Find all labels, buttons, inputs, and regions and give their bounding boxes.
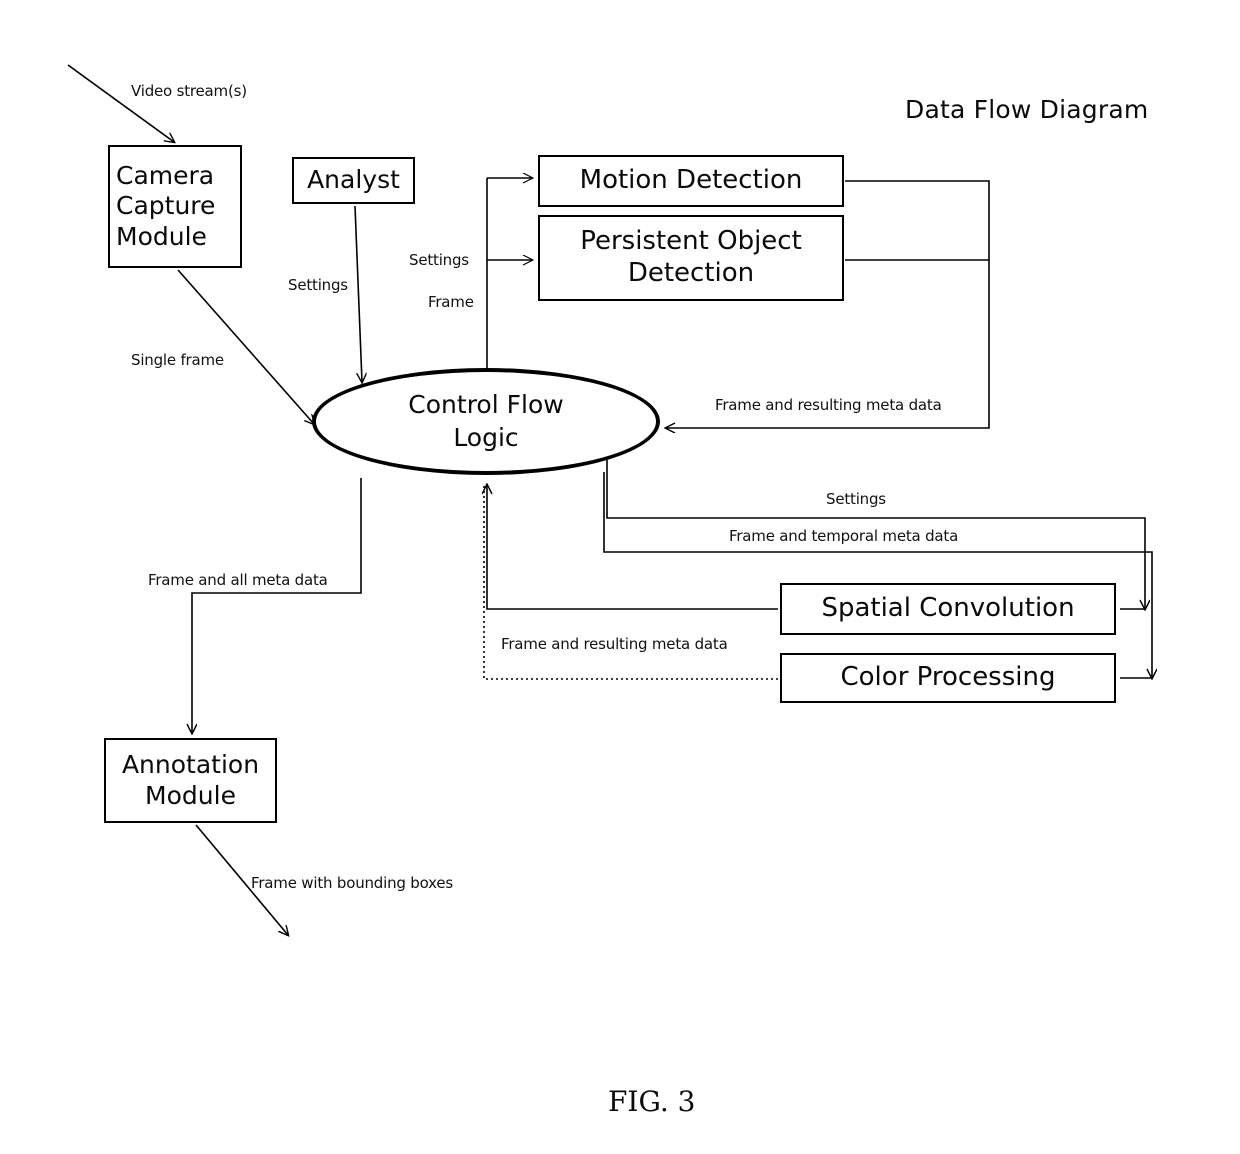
edge-label-frame-bounding-boxes: Frame with bounding boxes: [251, 874, 453, 892]
node-camera-capture-line-2: Capture: [116, 191, 216, 221]
edge-label-video-streams: Video stream(s): [131, 82, 247, 100]
diagram-canvas: Data Flow Diagram Camera Capture Module …: [0, 0, 1240, 1154]
node-control-flow-logic-line-2: Logic: [453, 422, 519, 452]
node-motion-detection-label: Motion Detection: [579, 165, 803, 196]
edge-label-frame-detection: Frame: [428, 293, 474, 311]
node-color-processing-label: Color Processing: [840, 662, 1056, 693]
node-camera-capture-module[interactable]: Camera Capture Module: [108, 145, 242, 268]
figure-caption: FIG. 3: [608, 1085, 696, 1118]
edge-label-settings-detection: Settings: [409, 251, 469, 269]
edge-label-frame-temporal-meta: Frame and temporal meta data: [729, 527, 959, 545]
edge-label-frame-resulting-meta-top: Frame and resulting meta data: [715, 396, 942, 414]
node-color-processing[interactable]: Color Processing: [780, 653, 1116, 703]
edge-label-settings-right: Settings: [826, 490, 886, 508]
node-persistent-object-detection[interactable]: Persistent Object Detection: [538, 215, 844, 301]
node-persistent-object-line-1: Persistent Object: [580, 226, 802, 257]
node-motion-detection[interactable]: Motion Detection: [538, 155, 844, 207]
diagram-title: Data Flow Diagram: [905, 95, 1149, 124]
edge-video-streams: [67, 64, 174, 142]
edge-label-single-frame: Single frame: [131, 351, 224, 369]
node-camera-capture-line-1: Camera: [116, 160, 215, 190]
edge-frame-all-meta: [192, 478, 362, 733]
node-spatial-convolution[interactable]: Spatial Convolution: [780, 583, 1116, 635]
edge-settings-analyst: [354, 205, 362, 382]
node-control-flow-logic-line-1: Control Flow: [408, 390, 564, 419]
edge-label-frame-all-meta: Frame and all meta data: [148, 571, 328, 589]
edge-spatial-return: [487, 485, 778, 610]
node-persistent-object-line-2: Detection: [627, 258, 755, 288]
node-analyst-label: Analyst: [307, 165, 400, 195]
node-camera-capture-line-3: Module: [116, 221, 207, 251]
node-spatial-convolution-label: Spatial Convolution: [821, 593, 1075, 624]
node-control-flow-logic[interactable]: Control Flow Logic: [312, 368, 660, 475]
node-annotation-module-line-2: Module: [145, 780, 236, 810]
node-analyst[interactable]: Analyst: [292, 157, 415, 204]
node-annotation-module[interactable]: Annotation Module: [104, 738, 277, 823]
edge-label-frame-resulting-meta-bottom: Frame and resulting meta data: [501, 635, 728, 653]
node-annotation-module-line-1: Annotation: [121, 750, 260, 779]
edge-label-settings-analyst: Settings: [288, 276, 348, 294]
